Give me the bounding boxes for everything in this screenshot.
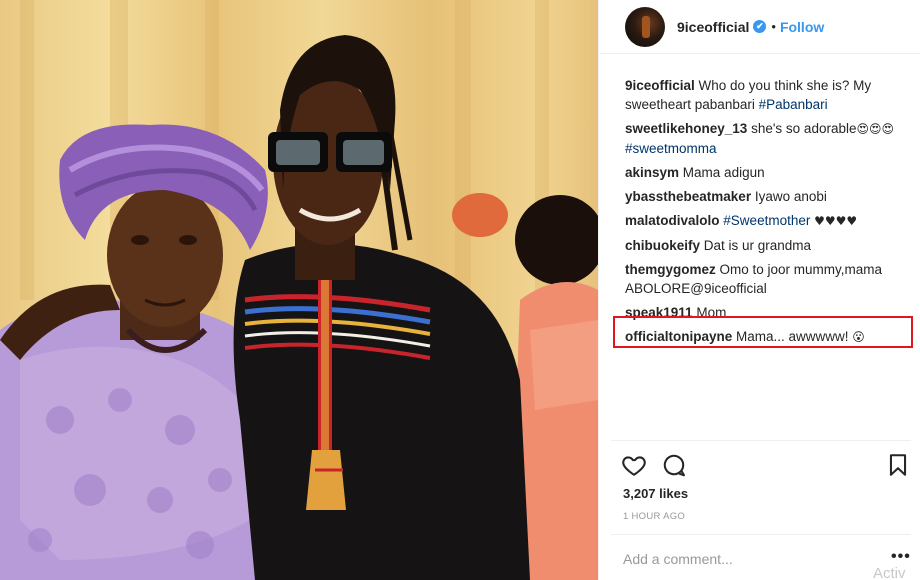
- likes-count[interactable]: 3,207 likes: [623, 486, 688, 501]
- comment-item: themgygomez Omo to joor mummy,mama ABOLO…: [625, 260, 905, 298]
- post-details-panel: 9iceofficial ✔ • Follow 9iceofficial Who…: [598, 0, 920, 580]
- more-options-icon[interactable]: •••: [891, 548, 911, 566]
- comment-item: akinsym Mama adigun: [625, 163, 905, 182]
- watermark-text: Activ: [873, 565, 906, 580]
- post-photo[interactable]: [0, 0, 598, 580]
- comment-text: Iyawo anobi: [751, 189, 827, 204]
- hashtag-link[interactable]: #Pabanbari: [759, 97, 828, 112]
- comment-username[interactable]: akinsym: [625, 165, 679, 180]
- comment-item: chibuokeify Dat is ur grandma: [625, 236, 905, 255]
- hashtag-link[interactable]: #Sweetmother: [723, 213, 810, 228]
- bookmark-icon[interactable]: [885, 452, 911, 478]
- comment-divider: [611, 534, 911, 535]
- heart-eyes-emoji-icon: 😍😍😍: [856, 122, 895, 136]
- comment-username[interactable]: ybassthebeatmaker: [625, 189, 751, 204]
- comment-username[interactable]: themgygomez: [625, 262, 716, 277]
- post-header: 9iceofficial ✔ • Follow: [599, 0, 920, 54]
- heart-icon[interactable]: [621, 452, 647, 478]
- action-bar: [621, 452, 911, 478]
- comment-username[interactable]: chibuokeify: [625, 238, 700, 253]
- comment-icon[interactable]: [661, 452, 687, 478]
- comment-username[interactable]: malatodivalolo: [625, 213, 720, 228]
- comment-item: sweetlikehoney_13 she's so adorable😍😍😍 #s…: [625, 119, 905, 158]
- owner-username[interactable]: 9iceofficial: [677, 19, 749, 35]
- comment-username[interactable]: 9iceofficial: [625, 78, 695, 93]
- avatar[interactable]: [625, 6, 665, 47]
- photo-illustration: [0, 0, 598, 580]
- comment-item: malatodivalolo #Sweetmother ♥♥♥♥: [625, 211, 905, 231]
- comment-username[interactable]: sweetlikehoney_13: [625, 121, 747, 136]
- post-timestamp[interactable]: 1 HOUR AGO: [623, 511, 685, 522]
- comment-item: ybassthebeatmaker Iyawo anobi: [625, 187, 905, 206]
- verified-badge-icon: ✔: [753, 20, 767, 33]
- hashtag-link[interactable]: #sweetmomma: [625, 141, 717, 156]
- comment-text: Mama adigun: [679, 165, 765, 180]
- comment-text: Dat is ur grandma: [700, 238, 812, 253]
- highlight-box: [613, 316, 913, 348]
- comment-list: 9iceofficial Who do you think she is? My…: [625, 76, 905, 352]
- hearts-emoji-icon: ♥♥♥♥: [810, 214, 858, 228]
- caption: 9iceofficial Who do you think she is? My…: [625, 76, 905, 114]
- separator-dot: •: [771, 19, 776, 34]
- comment-text: she's so adorable: [747, 121, 857, 136]
- follow-button[interactable]: Follow: [780, 19, 824, 35]
- add-comment-input[interactable]: [623, 549, 863, 569]
- actions-divider: [611, 440, 911, 441]
